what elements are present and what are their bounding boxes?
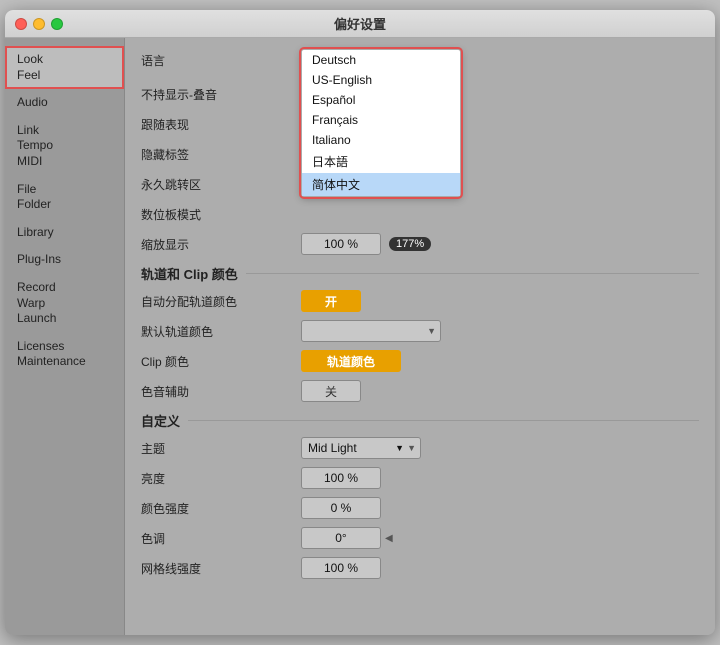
window-title: 偏好设置 (334, 14, 386, 33)
zoom-row: 缩放显示 100 % 177% (141, 232, 699, 256)
color-assist-label: 色音辅助 (141, 383, 301, 400)
hide-tags-label: 隐藏标签 (141, 146, 301, 163)
language-option-fr[interactable]: Français (302, 110, 460, 130)
clip-color-value: 轨道颜色 (327, 353, 375, 370)
zoom-value-text: 100 % (324, 237, 358, 251)
color-assist-value: 关 (325, 383, 337, 400)
color-intensity-value-box[interactable]: 0 % (301, 497, 381, 519)
default-color-select-wrapper (301, 320, 441, 342)
track-clip-section-header: 轨道和 Clip 颜色 (141, 264, 699, 283)
zoom-control: 100 % 177% (301, 233, 699, 255)
close-button[interactable] (15, 18, 27, 30)
brightness-label: 亮度 (141, 470, 301, 487)
language-control: 简体中文 Deutsch US-English Español Français… (301, 49, 699, 71)
window-controls (15, 18, 63, 30)
grid-row: 网格线强度 100 % (141, 556, 699, 580)
color-intensity-label: 颜色强度 (141, 500, 301, 517)
language-option-es[interactable]: Español (302, 90, 460, 110)
grid-value-box[interactable]: 100 % (301, 557, 381, 579)
language-option-zh[interactable]: 简体中文 (302, 173, 460, 196)
theme-label: 主题 (141, 440, 301, 457)
theme-row: 主题 Mid Light ▼ (141, 436, 699, 460)
brightness-value-box[interactable]: 100 % (301, 467, 381, 489)
titlebar: 偏好设置 (5, 10, 715, 38)
language-label: 语言 (141, 52, 301, 69)
grid-value: 100 % (324, 561, 358, 575)
auto-color-control: 开 (301, 290, 699, 312)
sidebar-item-licenses-maintenance[interactable]: Licenses Maintenance (5, 333, 124, 376)
default-color-select[interactable] (301, 320, 441, 342)
color-intensity-row: 颜色强度 0 % (141, 496, 699, 520)
sidebar-item-library[interactable]: Library (5, 219, 124, 247)
sidebar: Look Feel Audio Link Tempo MIDI File Fol… (5, 38, 125, 635)
hue-value-box[interactable]: 0° (301, 527, 381, 549)
zoom-tooltip: 177% (389, 237, 431, 251)
language-option-en[interactable]: US-English (302, 70, 460, 90)
auto-color-toggle[interactable]: 开 (301, 290, 361, 312)
color-intensity-control: 0 % (301, 497, 699, 519)
default-color-control (301, 320, 699, 342)
clip-color-button[interactable]: 轨道颜色 (301, 350, 401, 372)
auto-color-row: 自动分配轨道颜色 开 (141, 289, 699, 313)
color-assist-toggle[interactable]: 关 (301, 380, 361, 402)
follow-label: 跟随表现 (141, 116, 301, 133)
permanent-warp-label: 永久跳转区 (141, 176, 301, 193)
clip-color-label: Clip 颜色 (141, 353, 301, 370)
minimize-button[interactable] (33, 18, 45, 30)
brightness-control: 100 % (301, 467, 699, 489)
track-clip-section-title: 轨道和 Clip 颜色 (141, 264, 238, 283)
sidebar-item-link-tempo-midi[interactable]: Link Tempo MIDI (5, 117, 124, 176)
hue-label: 色调 (141, 530, 301, 547)
clip-color-control: 轨道颜色 (301, 350, 699, 372)
zoom-label: 缩放显示 (141, 236, 301, 253)
default-color-row: 默认轨道颜色 (141, 319, 699, 343)
preferences-window: 偏好设置 Look Feel Audio Link Tempo MIDI Fil… (5, 10, 715, 635)
language-dropdown-container: 简体中文 Deutsch US-English Español Français… (301, 49, 461, 71)
sidebar-item-record-warp-launch[interactable]: Record Warp Launch (5, 274, 124, 333)
language-row: 语言 简体中文 Deutsch US-English Español Franç… (141, 48, 699, 72)
hue-value: 0° (335, 531, 346, 545)
sidebar-item-audio[interactable]: Audio (5, 89, 124, 117)
tablet-label: 数位板模式 (141, 206, 301, 223)
custom-section-header: 自定义 (141, 411, 699, 430)
grid-control: 100 % (301, 557, 699, 579)
brightness-value: 100 % (324, 471, 358, 485)
color-assist-row: 色音辅助 关 (141, 379, 699, 403)
hue-control: 0° ◀ (301, 527, 699, 549)
hue-arrow: ◀ (385, 533, 393, 544)
tablet-row: 数位板模式 (141, 202, 699, 226)
theme-control: Mid Light ▼ (301, 437, 699, 459)
main-panel: 语言 简体中文 Deutsch US-English Español Franç… (125, 38, 715, 635)
grid-label: 网格线强度 (141, 560, 301, 577)
sidebar-item-file-folder[interactable]: File Folder (5, 176, 124, 219)
color-assist-control: 关 (301, 380, 699, 402)
hue-row: 色调 0° ◀ (141, 526, 699, 550)
clip-color-row: Clip 颜色 轨道颜色 (141, 349, 699, 373)
display-label: 不持显示-叠音 (141, 86, 301, 103)
auto-color-value: 开 (325, 293, 337, 310)
auto-color-label: 自动分配轨道颜色 (141, 293, 301, 310)
theme-select[interactable]: Mid Light ▼ (301, 437, 421, 459)
maximize-button[interactable] (51, 18, 63, 30)
color-intensity-value: 0 % (331, 501, 352, 515)
default-color-label: 默认轨道颜色 (141, 323, 301, 340)
language-option-deutsch[interactable]: Deutsch (302, 50, 460, 70)
zoom-value[interactable]: 100 % (301, 233, 381, 255)
sidebar-item-plug-ins[interactable]: Plug-Ins (5, 246, 124, 274)
theme-select-wrapper: Mid Light ▼ (301, 437, 421, 459)
theme-value: Mid Light (308, 441, 357, 455)
sidebar-item-look-feel[interactable]: Look Feel (5, 46, 124, 89)
language-option-it[interactable]: Italiano (302, 130, 460, 150)
custom-section-title: 自定义 (141, 411, 180, 430)
language-dropdown: Deutsch US-English Español Français Ital… (301, 49, 461, 197)
language-option-ja[interactable]: 日本語 (302, 150, 460, 173)
brightness-row: 亮度 100 % (141, 466, 699, 490)
main-content: Look Feel Audio Link Tempo MIDI File Fol… (5, 38, 715, 635)
